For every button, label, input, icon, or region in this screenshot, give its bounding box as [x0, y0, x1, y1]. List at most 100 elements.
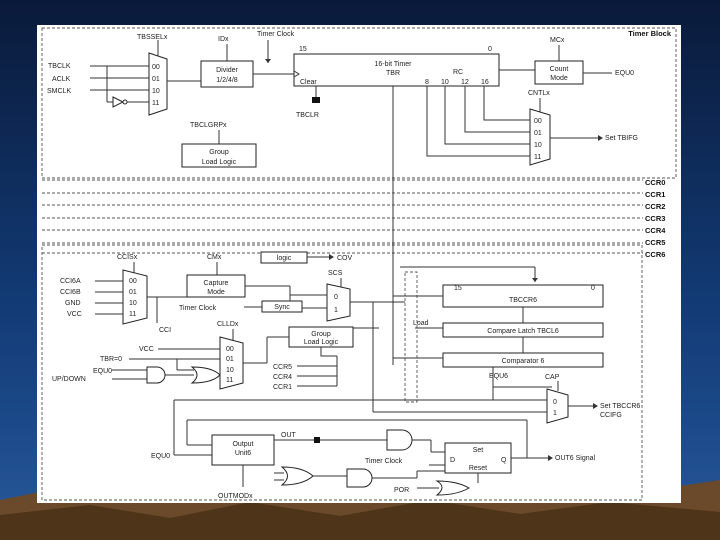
ccis-code-01: 01: [129, 289, 137, 296]
ccis-input-gnd: GND: [65, 300, 81, 307]
ff-timer-clock: Timer Clock: [365, 458, 403, 465]
scs-code-0: 0: [334, 294, 338, 301]
cntl-code-10: 10: [534, 142, 542, 149]
sync-timer-clock: Timer Clock: [179, 305, 217, 312]
tbccr6-label: TBCCR6: [509, 297, 537, 304]
tbccr6-bit15: 15: [454, 285, 462, 292]
out-label: OUT: [281, 432, 297, 439]
and-gate-reset: [346, 468, 373, 488]
scs-mux: [326, 283, 351, 322]
top-group-title: Group: [209, 149, 229, 156]
capture-mode-sub: Mode: [207, 289, 225, 296]
ccr1-label: CCR1: [645, 190, 665, 199]
clk-mux-code-01: 01: [152, 76, 160, 83]
ccr5-ref: CCR5: [273, 364, 292, 371]
clld-input-equ0: EQU0: [93, 368, 112, 375]
ccis-input-cci6b: CCI6B: [60, 289, 81, 296]
compare-latch-label: Compare Latch TBCL6: [487, 328, 559, 335]
bottom-group-sub: Load Logic: [304, 339, 339, 346]
cntl-code-11: 11: [534, 154, 541, 161]
and-gate-updown: [146, 366, 166, 384]
output-equ0: EQU0: [151, 453, 170, 460]
and-gate-out: [386, 429, 413, 451]
clld-input-vcc: VCC: [139, 346, 154, 353]
outmod-label: OUTMODx: [218, 493, 253, 500]
output-unit-sub: Unit6: [235, 450, 251, 457]
ccr3-label: CCR3: [645, 214, 665, 223]
rc-bit-8: 8: [425, 79, 429, 86]
ccis-code-11: 11: [129, 311, 136, 318]
ccr6-label: CCR6: [645, 250, 665, 259]
divider-title: Divider: [216, 67, 238, 74]
cap-code-1: 1: [553, 410, 557, 417]
output-unit-title: Output: [232, 441, 253, 448]
tbclr-label: TBCLR: [296, 112, 319, 119]
tbr-bit15-label: 15: [299, 46, 307, 53]
rc-bit-16: 16: [481, 79, 489, 86]
ccis-code-10: 10: [129, 300, 137, 307]
out-bit: [314, 437, 320, 443]
logic-label: logic: [277, 255, 292, 262]
set-ccifg-line1: Set TBCCR6: [600, 403, 640, 410]
scs-label: SCS: [328, 270, 343, 277]
clk-mux-code-00: 00: [152, 64, 160, 71]
set-ccifg-line2: CCIFG: [600, 412, 622, 419]
cntl-code-01: 01: [534, 130, 542, 137]
cap-code-0: 0: [553, 399, 557, 406]
timer-tbr-label: TBR: [386, 70, 400, 77]
cntlx-label: CNTLx: [528, 90, 550, 97]
ccr4-label: CCR4: [645, 226, 666, 235]
cntl-code-00: 00: [534, 118, 542, 125]
count-mode-equ0: EQU0: [615, 70, 634, 77]
cap-mux: [546, 388, 569, 424]
set-tbifg-label: Set TBIFG: [605, 135, 638, 142]
divider-ratios: 1/2/4/8: [216, 77, 238, 84]
timer-title: 16-bit Timer: [375, 61, 413, 68]
load-label: Load: [413, 320, 429, 327]
scs-code-1: 1: [334, 307, 338, 314]
out6-signal-label: OUT6 Signal: [555, 455, 596, 462]
timer-b-block-diagram: Timer Block TBSSELx IDx Timer Clock 15 0…: [37, 25, 681, 503]
ccr1-ref: CCR1: [273, 384, 292, 391]
timer-clock-label: Timer Clock: [257, 31, 295, 38]
count-mode-title: Count: [550, 66, 569, 73]
clld-code-01: 01: [226, 356, 234, 363]
bottom-group-title: Group: [311, 331, 331, 338]
cov-label: COV: [337, 255, 353, 262]
input-smclk: SMCLK: [47, 88, 71, 95]
ccis-input-vcc: VCC: [67, 311, 82, 318]
comparator-label: Comparator 6: [502, 358, 545, 365]
ff-reset-label: Reset: [469, 465, 487, 472]
sync-label: Sync: [274, 304, 290, 311]
input-tbclk: TBCLK: [48, 63, 71, 70]
ccis-input-cci6a: CCI6A: [60, 278, 81, 285]
input-aclk: ACLK: [52, 76, 71, 83]
timer-clear-label: Clear: [300, 79, 317, 86]
ccis-code-00: 00: [129, 278, 137, 285]
clk-mux-code-10: 10: [152, 88, 160, 95]
count-mode-sub: Mode: [550, 75, 568, 82]
tbccr6-bit0: 0: [591, 285, 595, 292]
clld-code-10: 10: [226, 367, 234, 374]
clld-input-tbr0: TBR=0: [100, 356, 122, 363]
mcx-label: MCx: [550, 37, 565, 44]
cci-label: CCI: [159, 327, 171, 334]
clld-code-00: 00: [226, 346, 234, 353]
ff-d-label: D: [450, 457, 455, 464]
ccis-label: CCISx: [117, 254, 138, 261]
ccr5-label: CCR5: [645, 238, 665, 247]
cmx-label: CMx: [207, 254, 222, 261]
clk-mux-code-11: 11: [152, 100, 159, 107]
rc-bit-10: 10: [441, 79, 449, 86]
tbr-bit0-label: 0: [488, 46, 492, 53]
tbssel-label: TBSSELx: [137, 34, 168, 41]
tbclr-bit: [312, 97, 320, 103]
ff-set-label: Set: [473, 447, 484, 454]
ff-q-label: Q: [501, 457, 507, 464]
clld-label: CLLDx: [217, 321, 239, 328]
cap-label: CAP: [545, 374, 560, 381]
ccr4-ref: CCR4: [273, 374, 292, 381]
clld-input-updown: UP/DOWN: [52, 376, 86, 383]
capture-mode-title: Capture: [204, 280, 229, 287]
rc-bit-12: 12: [461, 79, 469, 86]
